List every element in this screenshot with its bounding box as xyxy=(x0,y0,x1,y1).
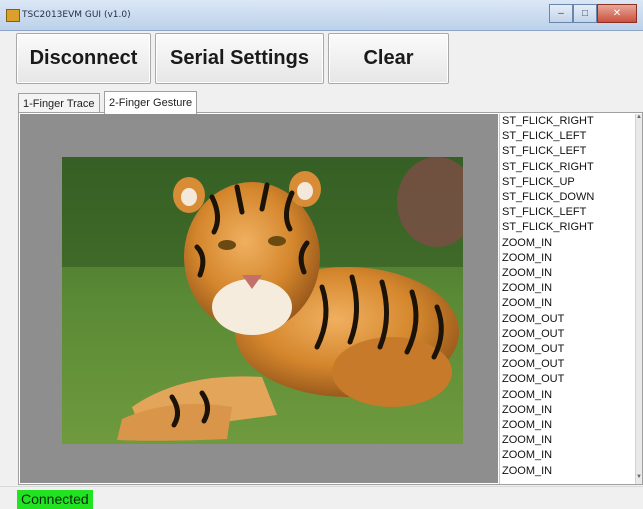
status-bar: Connected xyxy=(0,486,643,509)
gesture-log-item[interactable]: ST_FLICK_RIGHT xyxy=(500,114,642,129)
gesture-log-item[interactable]: ZOOM_IN xyxy=(500,236,642,251)
tiger-photo xyxy=(62,157,463,444)
maximize-button[interactable]: □ xyxy=(573,4,597,23)
gesture-log-item[interactable]: ZOOM_IN xyxy=(500,418,642,433)
scroll-up-arrow-icon[interactable]: ▲ xyxy=(636,114,642,124)
gesture-log-item[interactable]: ZOOM_IN xyxy=(500,403,642,418)
gesture-log-item[interactable]: ZOOM_IN xyxy=(500,448,642,463)
gesture-log-item[interactable]: ZOOM_IN xyxy=(500,464,642,479)
connection-status-badge: Connected xyxy=(17,490,93,509)
title-bar[interactable]: TSC2013EVM GUI (v1.0) – □ ✕ xyxy=(0,0,643,31)
gesture-log-item[interactable]: ZOOM_OUT xyxy=(500,357,642,372)
gesture-log-item[interactable]: ZOOM_IN xyxy=(500,388,642,403)
scrollbar[interactable]: ▲ ▼ xyxy=(635,114,642,484)
disconnect-button[interactable]: Disconnect xyxy=(16,33,151,84)
tab-2-finger-gesture[interactable]: 2-Finger Gesture xyxy=(104,91,198,114)
gesture-log-item[interactable]: ZOOM_IN xyxy=(500,251,642,266)
gesture-log-item[interactable]: ZOOM_OUT xyxy=(500,342,642,357)
gesture-log-item[interactable]: ST_FLICK_LEFT xyxy=(500,144,642,159)
gesture-log-item[interactable]: ST_FLICK_RIGHT xyxy=(500,220,642,235)
window-title: TSC2013EVM GUI (v1.0) xyxy=(22,10,131,20)
gesture-log-item[interactable]: ST_FLICK_RIGHT xyxy=(500,160,642,175)
gesture-log-item[interactable]: ZOOM_OUT xyxy=(500,327,642,342)
gesture-log-item[interactable]: ZOOM_OUT xyxy=(500,312,642,327)
gesture-log-item[interactable]: ST_FLICK_LEFT xyxy=(500,205,642,220)
gesture-log-items: ST_FLICK_RIGHT ST_FLICK_LEFT ST_FLICK_LEFT… xyxy=(500,114,642,479)
scroll-down-arrow-icon[interactable]: ▼ xyxy=(636,474,642,484)
gesture-log-list[interactable]: ST_FLICK_RIGHT ST_FLICK_LEFT ST_FLICK_LEFT… xyxy=(499,114,642,484)
image-canvas[interactable] xyxy=(20,114,498,483)
gesture-log-item[interactable]: ST_FLICK_LEFT xyxy=(500,129,642,144)
gesture-log-item[interactable]: ST_FLICK_DOWN xyxy=(500,190,642,205)
gesture-log-item[interactable]: ZOOM_IN xyxy=(500,281,642,296)
close-button[interactable]: ✕ xyxy=(597,4,637,23)
window-controls: – □ ✕ xyxy=(549,4,637,23)
clear-button[interactable]: Clear xyxy=(328,33,449,84)
gesture-panel: ST_FLICK_RIGHT ST_FLICK_LEFT ST_FLICK_LEFT… xyxy=(18,112,643,485)
app-icon xyxy=(6,9,20,22)
gesture-log-item[interactable]: ZOOM_OUT xyxy=(500,372,642,387)
gesture-log-item[interactable]: ZOOM_IN xyxy=(500,266,642,281)
gesture-log-item[interactable]: ZOOM_IN xyxy=(500,433,642,448)
tab-1-finger-trace[interactable]: 1-Finger Trace xyxy=(18,93,100,113)
minimize-button[interactable]: – xyxy=(549,4,573,23)
gesture-log-item[interactable]: ZOOM_IN xyxy=(500,296,642,311)
serial-settings-button[interactable]: Serial Settings xyxy=(155,33,324,84)
gesture-log-item[interactable]: ST_FLICK_UP xyxy=(500,175,642,190)
